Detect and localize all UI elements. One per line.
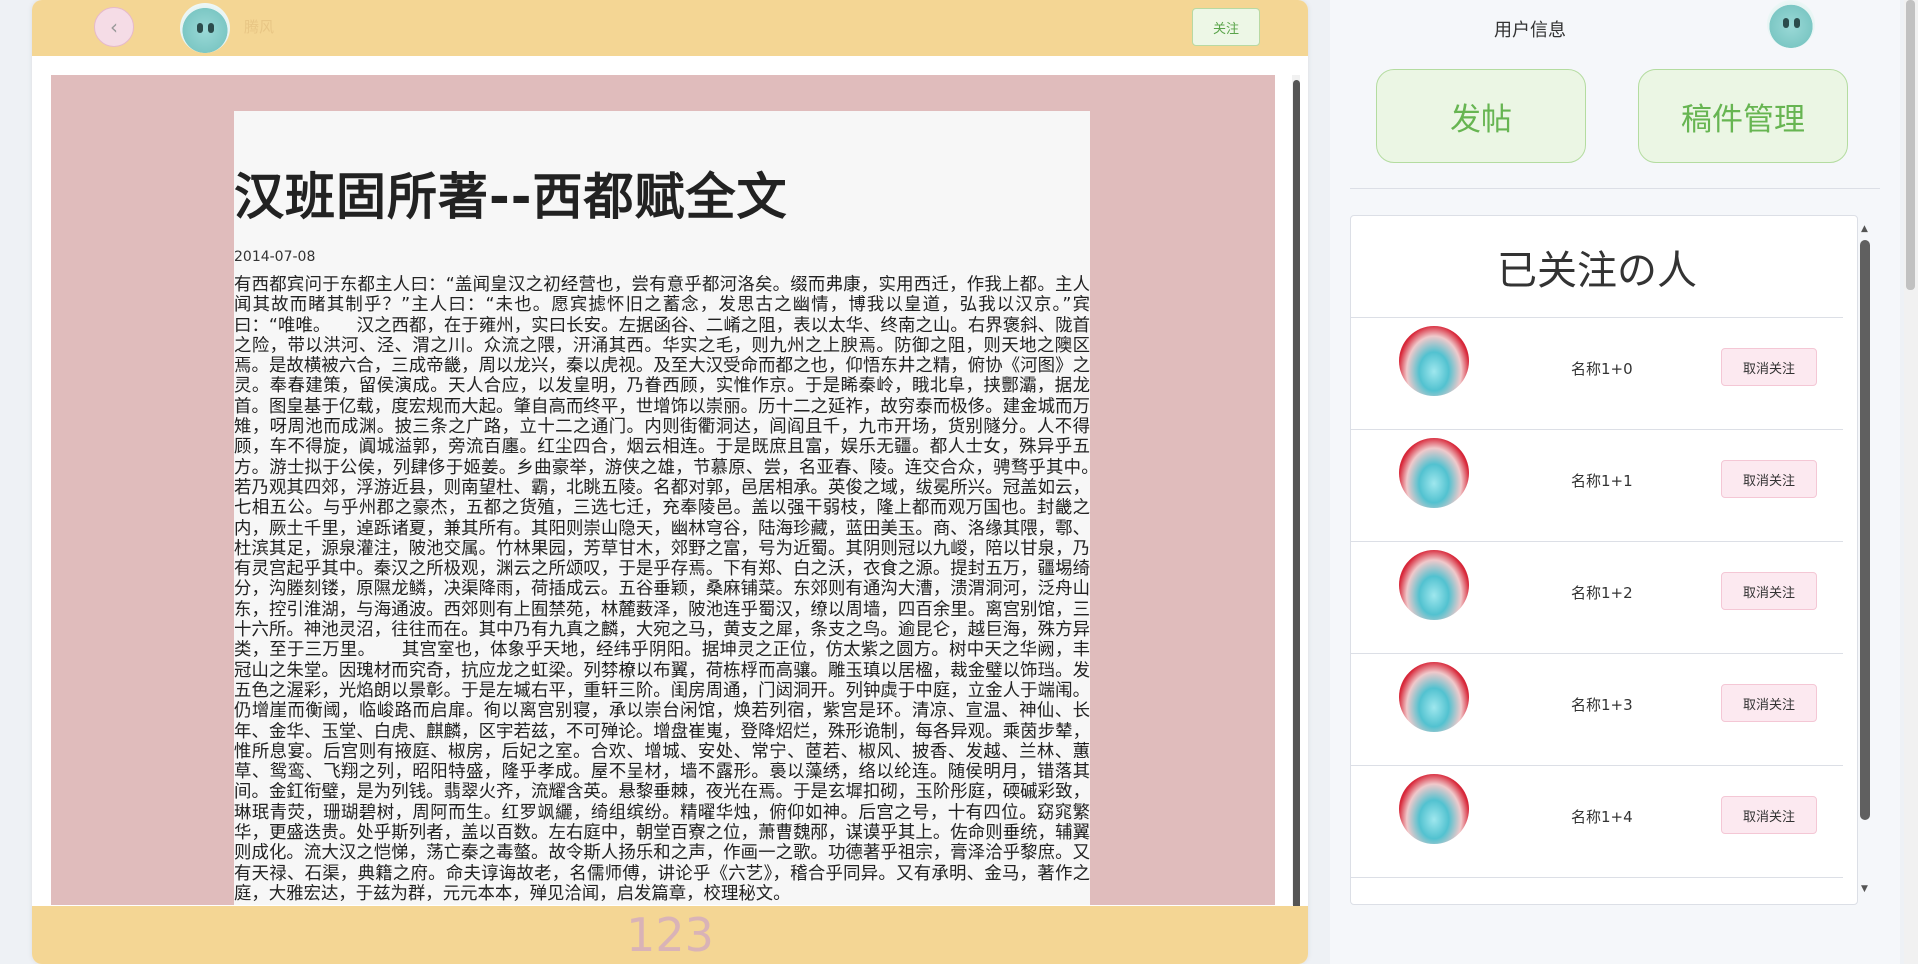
followed-avatar[interactable] (1399, 550, 1469, 620)
article-card: ‹ 腾风 关注 汉班固所著--西都赋全文 2014-07-08 有西都宾问于东都… (32, 0, 1308, 964)
unfollow-label: 取消关注 (1742, 473, 1795, 489)
user-info-title: 用户信息 (1494, 20, 1566, 41)
divider (1350, 188, 1880, 189)
followed-avatar[interactable] (1399, 662, 1469, 732)
page-scrollbar-thumb[interactable] (1906, 0, 1915, 290)
followed-item: 名称1+1 取消关注 (1351, 430, 1843, 542)
unfollow-button[interactable]: 取消关注 (1721, 348, 1817, 386)
article-content-frame: 汉班固所著--西都赋全文 2014-07-08 有西都宾问于东都主人曰：“盖闻皇… (51, 75, 1275, 905)
followed-name: 名称1+0 (1571, 360, 1633, 378)
article-text: 有西都宾问于东都主人曰：“盖闻皇汉之初经营也，尝有意乎都河洛矣。缀而弗康，实用西… (234, 275, 1090, 904)
followed-name: 名称1+2 (1571, 584, 1633, 602)
unfollow-button[interactable]: 取消关注 (1721, 460, 1817, 498)
followed-item: 名称1+4 取消关注 (1351, 766, 1843, 878)
followed-avatar[interactable] (1399, 774, 1469, 844)
unfollow-label: 取消关注 (1742, 585, 1795, 601)
unfollow-button[interactable]: 取消关注 (1721, 796, 1817, 834)
followed-name: 名称1+3 (1571, 696, 1633, 714)
followed-avatar[interactable] (1399, 438, 1469, 508)
new-post-label: 发帖 (1450, 101, 1512, 138)
followed-name: 名称1+1 (1571, 472, 1633, 490)
chevron-left-icon: ‹ (110, 15, 118, 39)
page-number: 123 (626, 908, 714, 962)
drafts-management-label: 稿件管理 (1681, 101, 1805, 138)
followed-list: 已关注の人 名称1+0 取消关注 名称1+1 取消关注 名称1+2 取消关注 名… (1350, 215, 1858, 905)
unfollow-label: 取消关注 (1742, 361, 1795, 377)
followed-title: 已关注の人 (1351, 216, 1843, 318)
user-panel: 用户信息 发帖 稿件管理 已关注の人 名称1+0 取消关注 名称1+1 取消关注… (1330, 0, 1900, 964)
author-avatar[interactable] (180, 3, 230, 53)
avatar-eye (1794, 18, 1800, 28)
user-avatar[interactable] (1767, 0, 1815, 48)
author-name: 腾风 (244, 18, 275, 36)
article-title: 汉班固所著--西都赋全文 (234, 168, 788, 226)
unfollow-button[interactable]: 取消关注 (1721, 684, 1817, 722)
new-post-button[interactable]: 发帖 (1376, 69, 1586, 163)
drafts-management-button[interactable]: 稿件管理 (1638, 69, 1848, 163)
followed-item: 名称1+2 取消关注 (1351, 542, 1843, 654)
article-scrollbar-thumb[interactable] (1293, 80, 1300, 910)
avatar-eye (208, 23, 214, 33)
followed-list-scrollbar[interactable] (1860, 240, 1870, 820)
article-date: 2014-07-08 (234, 249, 316, 265)
avatar-eye (1783, 18, 1789, 28)
article-footer-bar: 123 (32, 906, 1308, 964)
article-body-container: 汉班固所著--西都赋全文 2014-07-08 有西都宾问于东都主人曰：“盖闻皇… (234, 111, 1090, 905)
followed-item: 名称1+3 取消关注 (1351, 654, 1843, 766)
followed-item: 名称1+0 取消关注 (1351, 318, 1843, 430)
back-button[interactable]: ‹ (94, 7, 134, 47)
unfollow-label: 取消关注 (1742, 809, 1795, 825)
follow-button[interactable]: 关注 (1192, 8, 1260, 46)
followed-avatar[interactable] (1399, 326, 1469, 396)
unfollow-button[interactable]: 取消关注 (1721, 572, 1817, 610)
scroll-up-arrow-icon[interactable]: ▲ (1861, 224, 1868, 234)
avatar-eye (197, 23, 203, 33)
scroll-down-arrow-icon[interactable]: ▼ (1861, 884, 1868, 894)
unfollow-label: 取消关注 (1742, 697, 1795, 713)
followed-name: 名称1+4 (1571, 808, 1633, 826)
article-header-bar: ‹ 腾风 关注 (32, 0, 1308, 56)
